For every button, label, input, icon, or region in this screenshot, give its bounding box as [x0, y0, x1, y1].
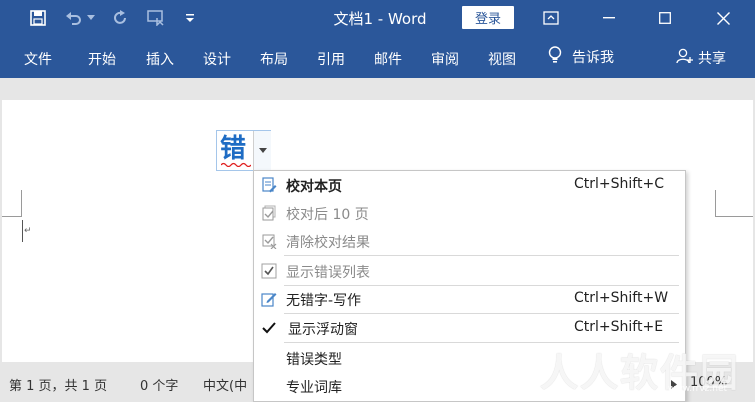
menu-item-label: 校对后 10 页 [286, 207, 369, 223]
title-bar: 文档1 - Word 登录 [0, 0, 755, 36]
tell-me-label: 告诉我 [572, 50, 614, 66]
proofread-pages-icon [260, 204, 278, 222]
tab-design[interactable]: 设计 [203, 49, 231, 69]
misspelled-word[interactable]: 错 [220, 133, 246, 165]
tab-home[interactable]: 开始 [88, 49, 116, 69]
menu-item-show-error-list[interactable]: 显示错误列表 [254, 257, 685, 285]
menu-item-no-typo-writing[interactable]: 无错字-写作 Ctrl+Shift+W [254, 285, 685, 313]
touch-mode-icon[interactable] [144, 6, 168, 30]
close-icon[interactable] [700, 0, 746, 36]
spellcheck-dropdown-button[interactable] [253, 131, 271, 170]
tab-file[interactable]: 文件 [24, 49, 52, 69]
margin-corner-left [21, 190, 22, 216]
menu-item-shortcut: Ctrl+Shift+E [574, 319, 664, 335]
clear-results-icon [260, 232, 278, 250]
ribbon-display-options-icon[interactable] [528, 0, 574, 36]
menu-item-clear-results[interactable]: 清除校对结果 [254, 227, 685, 255]
tab-references[interactable]: 引用 [317, 49, 345, 69]
undo-icon[interactable] [62, 6, 86, 30]
share-button[interactable]: 共享 [676, 48, 726, 68]
tab-layout[interactable]: 布局 [260, 49, 288, 69]
menu-item-label: 错误类型 [286, 352, 342, 368]
checkmark-icon [260, 319, 278, 337]
tell-me-box[interactable]: 告诉我 [548, 46, 614, 68]
spelling-squiggle-icon [221, 162, 251, 167]
menu-item-label: 显示浮动窗 [288, 322, 358, 338]
checkbox-icon [260, 262, 278, 280]
proofread-page-icon [260, 176, 278, 194]
margin-corner-right [715, 190, 716, 216]
menu-item-shortcut: Ctrl+Shift+C [574, 176, 664, 192]
person-add-icon [676, 48, 694, 68]
ribbon-tabs: 文件 开始 插入 设计 布局 引用 邮件 审阅 视图 告诉我 共享 [0, 36, 755, 78]
menu-item-label: 专业词库 [286, 380, 342, 396]
menu-item-proofread-10-pages[interactable]: 校对后 10 页 [254, 199, 685, 227]
menu-item-label: 清除校对结果 [286, 235, 370, 251]
menu-item-show-floating-window[interactable]: 显示浮动窗 Ctrl+Shift+E [254, 314, 685, 342]
menu-item-label: 校对本页 [286, 179, 342, 195]
spellcheck-word-box[interactable]: 错 [216, 130, 271, 171]
tab-review[interactable]: 审阅 [431, 49, 459, 69]
undo-dropdown-icon[interactable] [84, 6, 98, 30]
login-button[interactable]: 登录 [462, 6, 514, 29]
menu-item-proofread-page[interactable]: 校对本页 Ctrl+Shift+C [254, 171, 685, 199]
menu-item-label: 无错字-写作 [286, 293, 362, 309]
paragraph-mark: ↵ [24, 226, 32, 236]
watermark-url: www.rrvz.net [668, 384, 728, 394]
word-count[interactable]: 0 个字 [140, 375, 178, 394]
lightbulb-icon [548, 46, 562, 68]
menu-separator [284, 255, 679, 256]
margin-corner-right-h [715, 216, 753, 217]
tab-insert[interactable]: 插入 [146, 49, 174, 69]
document-title: 文档1 - Word [333, 10, 427, 28]
share-label: 共享 [698, 51, 726, 67]
maximize-icon[interactable] [642, 0, 688, 36]
tab-view[interactable]: 视图 [488, 49, 516, 69]
page-count[interactable]: 第 1 页，共 1 页 [9, 375, 107, 394]
customize-toolbar-icon[interactable] [182, 6, 198, 30]
menu-item-shortcut: Ctrl+Shift+W [574, 290, 669, 306]
tab-mailings[interactable]: 邮件 [374, 49, 402, 69]
edit-icon [260, 290, 278, 308]
text-cursor [22, 220, 23, 242]
margin-corner-left-h [2, 216, 22, 217]
redo-icon[interactable] [108, 6, 132, 30]
save-icon[interactable] [26, 6, 50, 30]
menu-item-label: 显示错误列表 [286, 265, 370, 281]
minimize-icon[interactable] [586, 0, 632, 36]
chevron-down-icon [258, 148, 267, 153]
language-indicator[interactable]: 中文(中 [203, 375, 247, 394]
